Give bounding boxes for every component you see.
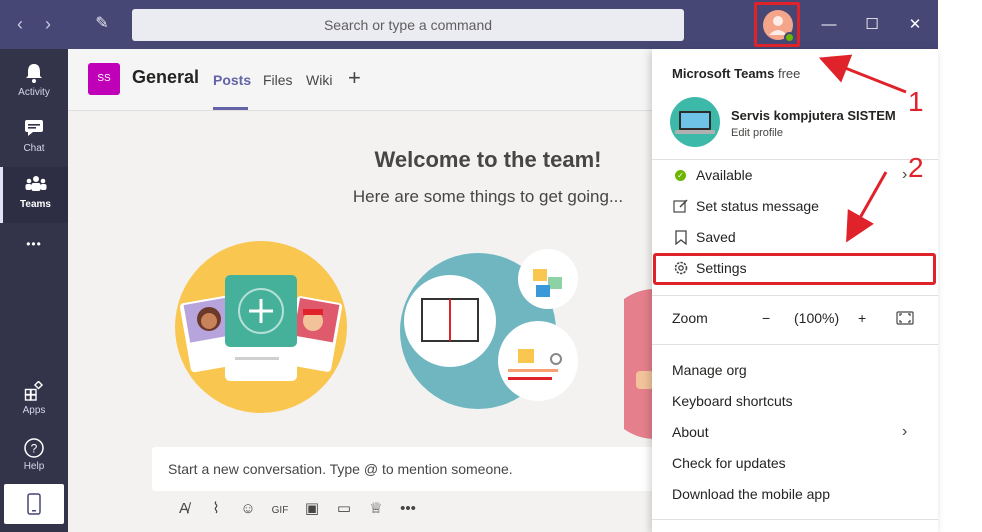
bookmark-icon [672, 222, 690, 255]
tab-wiki[interactable]: Wiki [306, 72, 332, 88]
brand-name: Microsoft Teams [672, 66, 775, 81]
bell-icon [23, 63, 45, 85]
menu-item-zoom: Zoom − (100%) + [652, 303, 938, 333]
tab-files[interactable]: Files [263, 72, 293, 88]
more-options-icon[interactable]: ••• [392, 500, 424, 517]
appbar-label-chat: Chat [23, 143, 45, 154]
settings-highlight-box [653, 253, 936, 285]
chevron-right-icon: › [902, 166, 908, 183]
menu-label-saved: Saved [696, 229, 736, 245]
menu-item-check-updates[interactable]: Check for updates [652, 448, 938, 478]
appbar-label-apps: Apps [22, 405, 46, 416]
status-available-icon [784, 32, 795, 43]
appbar-label-teams: Teams [20, 199, 51, 210]
close-icon[interactable]: ✕ [900, 10, 930, 40]
new-conversation-input[interactable]: Start a new conversation. Type @ to ment… [152, 447, 722, 491]
menu-divider [652, 344, 938, 345]
meet-now-icon[interactable]: ▭ [328, 499, 360, 517]
zoom-out-button[interactable]: − [762, 303, 770, 333]
add-tab-button[interactable]: + [348, 65, 361, 91]
menu-item-download-app[interactable]: Download the mobile app [652, 479, 938, 509]
profile-picture[interactable] [670, 97, 720, 147]
menu-label-download-app: Download the mobile app [672, 486, 830, 502]
annotation-step-2: 2 [908, 152, 924, 183]
attach-icon[interactable]: ⌇ [200, 499, 232, 517]
praise-icon[interactable]: ♕ [360, 499, 392, 517]
compose-icon[interactable]: ✎ [90, 12, 114, 36]
zoom-in-button[interactable]: + [858, 303, 866, 333]
menu-brand: Microsoft Teams free [672, 66, 800, 81]
appbar-label-activity: Activity [18, 87, 50, 98]
zoom-level: (100%) [794, 310, 840, 326]
menu-label-zoom: Zoom [672, 310, 708, 326]
annotation-step-1: 1 [908, 86, 924, 117]
menu-item-set-status[interactable]: Set status message [652, 191, 938, 221]
menu-label-manage-org: Manage org [672, 362, 747, 378]
menu-label-keyboard-shortcuts: Keyboard shortcuts [672, 393, 793, 409]
brand-plan: free [777, 66, 801, 81]
appbar-item-more[interactable]: ••• [0, 225, 68, 261]
team-avatar[interactable]: SS [88, 63, 120, 95]
menu-item-about[interactable]: About › [652, 417, 938, 447]
teams-icon [25, 175, 47, 197]
composer-toolbar: A̸ ⌇ ☺ GIF ▣ ▭ ♕ ••• [168, 499, 424, 519]
notebook-illustration[interactable] [398, 239, 578, 414]
profile-menu: Microsoft Teams free Servis kompjutera S… [652, 49, 938, 532]
menu-divider [652, 519, 938, 520]
menu-divider [652, 295, 938, 296]
add-people-illustration[interactable] [171, 239, 351, 414]
more-icon: ••• [26, 237, 42, 251]
partial-illustration [624, 289, 654, 439]
edit-profile-link[interactable]: Edit profile [731, 127, 783, 139]
appbar-item-activity[interactable]: Activity [0, 55, 68, 111]
search-input[interactable]: Search or type a command [132, 9, 684, 41]
svg-text:?: ? [31, 442, 38, 456]
menu-item-manage-org[interactable]: Manage org [652, 355, 938, 385]
menu-item-keyboard-shortcuts[interactable]: Keyboard shortcuts [652, 386, 938, 416]
menu-item-saved[interactable]: Saved [652, 222, 938, 252]
appbar-item-teams[interactable]: Teams [0, 167, 68, 223]
format-icon[interactable]: A̸ [168, 500, 200, 517]
minimize-icon[interactable]: — [814, 10, 844, 40]
emoji-icon[interactable]: ☺ [232, 500, 264, 517]
appbar-item-apps[interactable]: Apps [0, 373, 68, 429]
active-tab-indicator [213, 107, 248, 110]
menu-label-set-status: Set status message [696, 198, 819, 214]
menu-label-available: Available [696, 167, 753, 183]
appbar-label-help: Help [23, 461, 45, 472]
back-arrow-icon[interactable]: ‹ [8, 12, 32, 36]
edit-status-icon [672, 191, 690, 223]
sticker-icon[interactable]: ▣ [296, 499, 328, 517]
menu-label-check-updates: Check for updates [672, 455, 786, 471]
menu-item-available[interactable]: ✓ Available › [652, 160, 938, 190]
chat-icon [23, 119, 45, 141]
profile-name: Servis kompjutera SISTEM [731, 108, 896, 123]
help-icon: ? [23, 437, 45, 459]
phone-icon [27, 493, 41, 519]
menu-label-about: About [672, 424, 709, 440]
forward-arrow-icon[interactable]: › [36, 12, 60, 36]
profile-avatar-button[interactable] [754, 2, 800, 47]
chevron-right-icon: › [902, 423, 908, 440]
mobile-app-button[interactable] [4, 484, 64, 524]
channel-title: General [132, 67, 200, 87]
gif-icon[interactable]: GIF [264, 505, 296, 516]
appbar-item-chat[interactable]: Chat [0, 111, 68, 167]
apps-icon [23, 380, 45, 403]
app-bar: Activity Chat Teams ••• Apps ? Help [0, 49, 68, 532]
fullscreen-icon[interactable] [896, 303, 914, 335]
maximize-icon[interactable]: ☐ [857, 10, 887, 40]
appbar-item-help[interactable]: ? Help [0, 429, 68, 485]
tab-posts[interactable]: Posts [213, 72, 251, 88]
available-check-icon: ✓ [675, 170, 686, 181]
